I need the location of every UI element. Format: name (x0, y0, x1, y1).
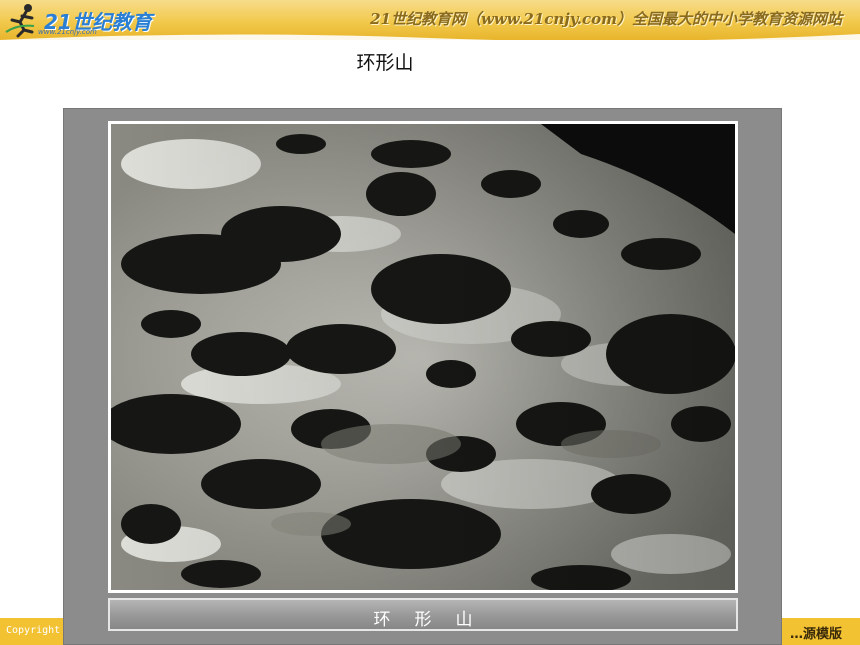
header-slogan: 21世纪教育网（www.21cnjy.com）全国最大的中小学教育资源网站 (370, 10, 842, 28)
footer-template-label: …源模版 (789, 627, 842, 642)
logo-url: www.21cnjy.com (38, 28, 97, 36)
footer-copyright: Copyright (6, 625, 61, 636)
site-logo[interactable]: 21世纪教育 www.21cnjy.com (4, 2, 154, 38)
site-header: 21世纪教育 www.21cnjy.com 21世纪教育网（www.21cnjy… (0, 0, 860, 40)
page-title: 环形山 (356, 52, 414, 74)
crater-image-illustration (111, 124, 735, 590)
image-caption-bar: 环形山 (108, 598, 738, 631)
moon-crater-photo[interactable] (111, 124, 735, 590)
image-caption: 环形山 (373, 610, 497, 630)
